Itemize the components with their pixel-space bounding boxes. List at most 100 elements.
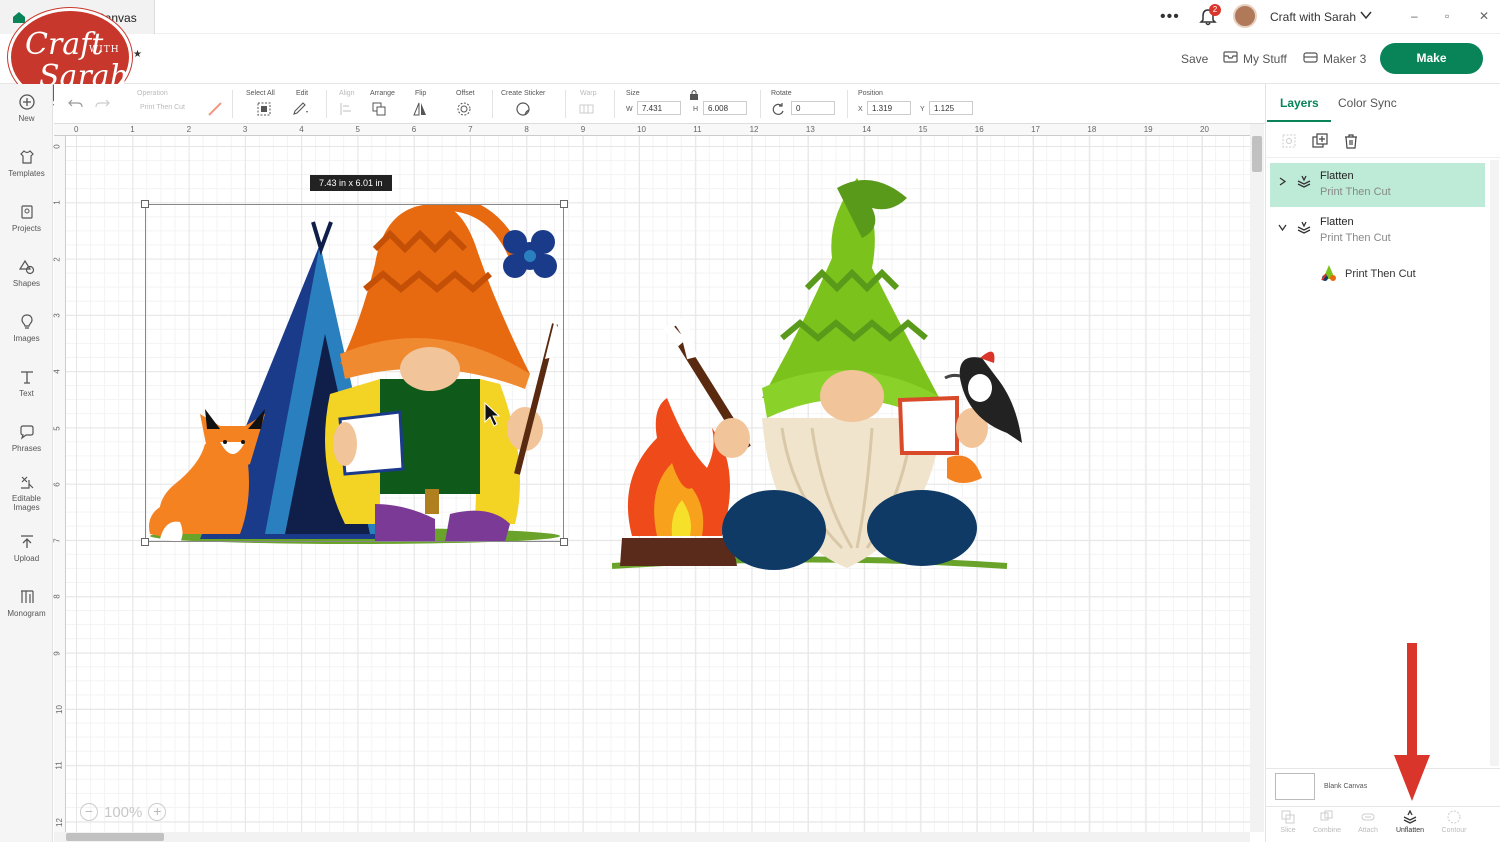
sidebar-item-shapes[interactable]: Shapes — [0, 259, 53, 288]
ruler-tick-label: 20 — [1200, 125, 1209, 134]
pen-color-icon[interactable] — [207, 102, 223, 116]
height-input[interactable]: 6.008 — [703, 101, 747, 115]
warp-icon[interactable] — [579, 102, 595, 116]
layer-item[interactable]: Flatten Print Then Cut — [1270, 163, 1485, 207]
sidebar-item-images[interactable]: Images — [0, 314, 53, 343]
flip-icon[interactable] — [412, 102, 428, 116]
ruler-tick-label: 8 — [524, 125, 529, 134]
create-sticker-icon[interactable] — [516, 102, 532, 116]
unflatten-icon — [1403, 810, 1417, 824]
operation-dropdown[interactable]: Print Then Cut — [140, 104, 185, 111]
save-button[interactable]: Save — [1181, 52, 1208, 66]
edit-label: Edit — [296, 90, 309, 97]
layer-item[interactable]: Flatten Print Then Cut — [1270, 209, 1485, 253]
select-all-label: Select All — [246, 90, 275, 97]
chevron-right-icon[interactable] — [1278, 177, 1287, 186]
active-tab-indicator — [1267, 120, 1331, 122]
sidebar-item-text[interactable]: Text — [0, 369, 53, 398]
sidebar-item-phrases[interactable]: Phrases — [0, 424, 53, 453]
ruler-tick-label: 15 — [918, 125, 928, 134]
group-icon[interactable] — [1281, 133, 1297, 149]
editable-images-icon — [20, 476, 33, 489]
layer-operation: Print Then Cut — [1320, 232, 1391, 244]
machine-selector[interactable]: Maker 3 — [1323, 52, 1366, 66]
selection-bounding-box[interactable] — [145, 204, 564, 542]
rotate-input[interactable]: 0 — [791, 101, 835, 115]
combine-label: Combine — [1312, 827, 1341, 834]
horizontal-scrollbar[interactable] — [54, 832, 1250, 842]
contour-button[interactable]: Contour — [1434, 808, 1474, 834]
ruler-tick-label: 5 — [355, 125, 360, 134]
avatar[interactable] — [1233, 4, 1257, 28]
redo-icon[interactable] — [94, 96, 110, 110]
tab-color-sync[interactable]: Color Sync — [1338, 96, 1397, 110]
attach-button[interactable]: Attach — [1348, 808, 1388, 834]
red-arrow-annotation — [1394, 643, 1430, 801]
slice-icon — [1281, 810, 1295, 824]
slice-button[interactable]: Slice — [1268, 808, 1308, 834]
align-label: Align — [339, 90, 355, 97]
position-label: Position — [858, 90, 883, 97]
vertical-scrollbar[interactable] — [1250, 124, 1264, 832]
delete-icon[interactable] — [1343, 133, 1359, 149]
horizontal-scrollbar-thumb[interactable] — [66, 833, 164, 841]
resize-handle-bottom-right[interactable] — [560, 538, 568, 546]
layer-name: Flatten — [1320, 170, 1354, 182]
home-icon[interactable] — [12, 10, 26, 24]
panel-scrollbar[interactable] — [1490, 160, 1499, 766]
minimize-button[interactable]: – — [1411, 9, 1418, 23]
sidebar-item-templates[interactable]: Templates — [0, 149, 53, 178]
resize-handle-bottom-left[interactable] — [141, 538, 149, 546]
my-stuff-icon[interactable] — [1223, 51, 1238, 63]
user-name[interactable]: Craft with Sarah — [1270, 10, 1356, 24]
undo-icon[interactable] — [68, 96, 84, 110]
campfire-gnome-woodpecker-image[interactable] — [612, 178, 1027, 570]
chevron-down-icon[interactable] — [1278, 223, 1287, 232]
title-bar: Canvas ••• 2 Craft with Sarah – ▫ ✕ — [0, 0, 1500, 34]
offset-icon[interactable] — [457, 102, 473, 116]
select-all-icon[interactable] — [256, 102, 272, 116]
ruler-tick-label: 0 — [52, 144, 62, 149]
ruler-tick-label: 18 — [1087, 125, 1097, 134]
zoom-out-button[interactable]: − — [80, 803, 98, 821]
sidebar-item-new[interactable]: New — [0, 94, 53, 123]
edit-pencil-icon[interactable] — [292, 102, 308, 116]
unflatten-button[interactable]: Unflatten — [1390, 808, 1430, 834]
chevron-down-icon[interactable] — [1360, 10, 1372, 20]
x-position-input[interactable]: 1.319 — [867, 101, 911, 115]
combine-button[interactable]: Combine — [1307, 808, 1347, 834]
flatten-layer-icon — [1297, 221, 1311, 234]
vertical-scrollbar-thumb[interactable] — [1252, 136, 1262, 172]
more-options-icon[interactable]: ••• — [1160, 8, 1180, 26]
vertical-ruler: 0 1 2 3 4 5 6 7 8 9 10 11 12 — [52, 136, 66, 832]
y-position-input[interactable]: 1.125 — [929, 101, 973, 115]
arrange-icon[interactable] — [372, 102, 388, 116]
sidebar-item-projects[interactable]: Projects — [0, 204, 53, 233]
resize-handle-top-left[interactable] — [141, 200, 149, 208]
sidebar-item-upload[interactable]: Upload — [0, 534, 53, 563]
ruler-tick-label: 7 — [468, 125, 473, 134]
my-stuff-button[interactable]: My Stuff — [1243, 52, 1287, 66]
ruler-tick-label: 4 — [52, 369, 62, 374]
make-button[interactable]: Make — [1380, 43, 1483, 74]
attach-icon — [1361, 813, 1375, 821]
maximize-button[interactable]: ▫ — [1445, 9, 1449, 23]
width-input[interactable]: 7.431 — [637, 101, 681, 115]
close-button[interactable]: ✕ — [1479, 9, 1489, 23]
resize-handle-top-right[interactable] — [560, 200, 568, 208]
size-label: Size — [626, 90, 640, 97]
blank-canvas-swatch[interactable] — [1275, 773, 1315, 800]
lock-icon[interactable] — [689, 90, 699, 100]
operation-label: Operation — [137, 90, 168, 97]
speech-bubble-icon — [19, 425, 34, 440]
ruler-tick-label: 1 — [130, 125, 135, 134]
plus-circle-icon — [18, 94, 35, 110]
duplicate-icon[interactable] — [1312, 133, 1328, 149]
sidebar-item-monogram[interactable]: Monogram — [0, 589, 53, 618]
sidebar-item-editable-images[interactable]: Editable Images — [0, 474, 53, 512]
layer-actions-bar — [1265, 124, 1500, 158]
machine-icon[interactable] — [1303, 52, 1318, 63]
align-icon[interactable] — [339, 102, 355, 116]
tab-layers[interactable]: Layers — [1280, 96, 1319, 110]
zoom-in-button[interactable]: + — [148, 803, 167, 821]
